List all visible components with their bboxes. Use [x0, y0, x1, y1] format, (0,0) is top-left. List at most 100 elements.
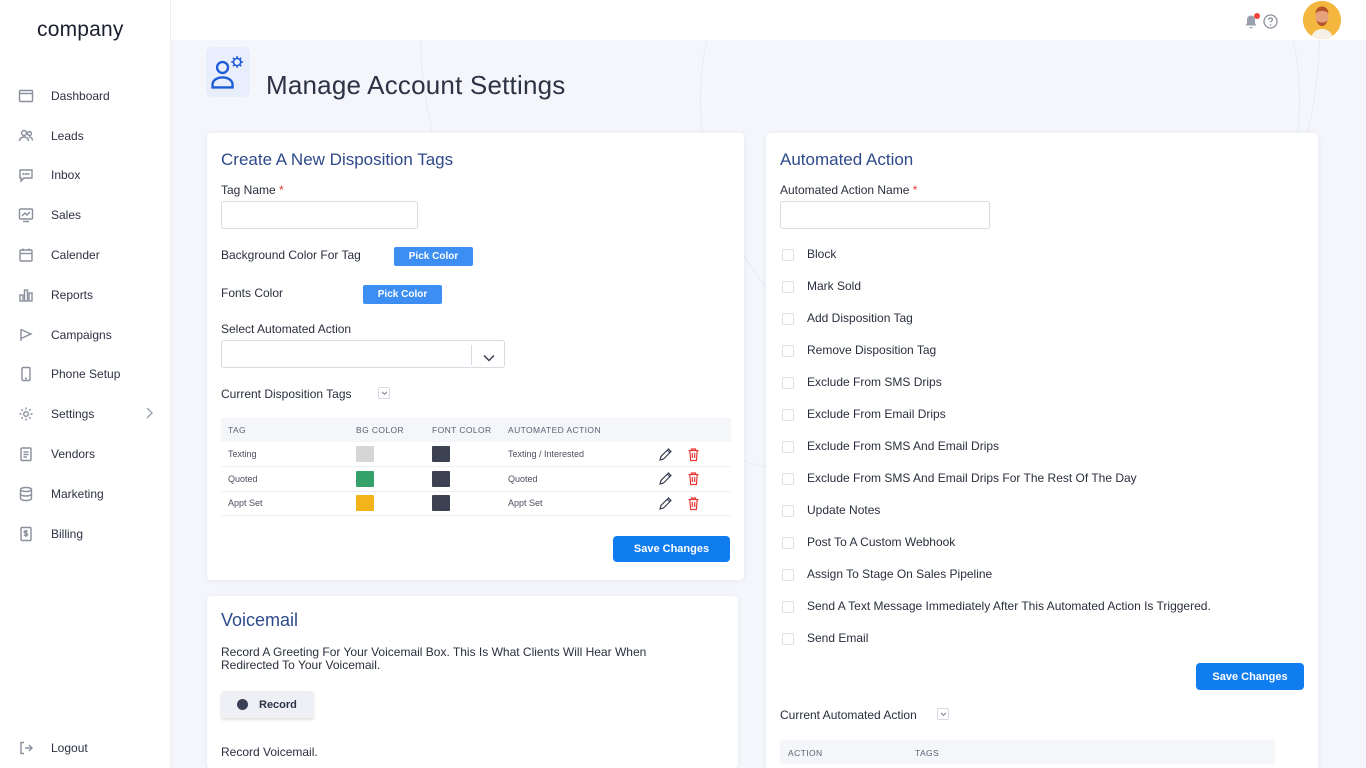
tag-cell: Texting [221, 442, 349, 467]
collapse-toggle-icon[interactable] [937, 708, 949, 720]
edit-icon[interactable] [658, 447, 673, 462]
checkbox-send-email[interactable] [782, 633, 794, 645]
topbar [171, 0, 1366, 40]
automated-action-title: Automated Action [780, 150, 914, 169]
sidebar-item-label: Dashboard [51, 88, 110, 103]
checkbox-assign-stage[interactable] [782, 569, 794, 581]
record-button[interactable]: Record [221, 691, 314, 718]
disposition-tags-table: TAG BG COLOR FONT COLOR AUTOMATED ACTION… [221, 418, 731, 516]
select-automated-action-label: Select Automated Action [221, 322, 352, 336]
option-label: Assign To Stage On Sales Pipeline [807, 567, 993, 581]
chevron-down-icon [483, 350, 495, 362]
automated-action-name-label: Automated Action Name * [780, 183, 918, 197]
option-label: Update Notes [807, 503, 881, 517]
sidebar: company Dashboard Leads Inbox Sales Cale… [0, 0, 171, 768]
bg-color-label: Background Color For Tag [221, 248, 361, 262]
checkbox-send-text[interactable] [782, 601, 794, 613]
checkbox-mark-sold[interactable] [782, 281, 794, 293]
sidebar-item-reports[interactable]: Reports [0, 275, 171, 315]
font-color-cell [425, 466, 501, 492]
option-label: Exclude From SMS And Email Drips [807, 439, 1000, 453]
font-color-swatch [432, 470, 450, 487]
checkbox-remove-disposition-tag[interactable] [782, 345, 794, 357]
delete-icon[interactable] [686, 447, 701, 462]
user-avatar[interactable] [1303, 1, 1341, 39]
bg-color-swatch [356, 446, 374, 462]
sidebar-item-calender[interactable]: Calender [0, 235, 171, 275]
font-color-cell [425, 491, 501, 516]
gear-icon [18, 406, 34, 422]
sidebar-item-campaigns[interactable]: Campaigns [0, 315, 171, 355]
checkbox-exclude-sms-email-drips[interactable] [782, 441, 794, 453]
checkbox-exclude-email-drips[interactable] [782, 409, 794, 421]
sidebar-item-inbox[interactable]: Inbox [0, 156, 171, 196]
checkbox-custom-webhook[interactable] [782, 537, 794, 549]
edit-icon[interactable] [658, 496, 673, 511]
sidebar-item-phone-setup[interactable]: Phone Setup [0, 355, 171, 395]
column-header-action: ACTION [788, 748, 823, 758]
logout-area: Logout [0, 728, 171, 768]
select-divider [471, 345, 472, 365]
checkbox-exclude-rest-of-day[interactable] [782, 473, 794, 485]
sidebar-item-vendors[interactable]: Vendors [0, 434, 171, 474]
automated-action-name-input[interactable] [780, 201, 990, 229]
sidebar-item-sales[interactable]: Sales [0, 195, 171, 235]
sidebar-item-label: Billing [51, 526, 84, 541]
save-disposition-button[interactable]: Save Changes [613, 536, 730, 562]
voicemail-title: Voicemail [221, 610, 299, 630]
tag-name-input[interactable] [221, 201, 418, 229]
sidebar-item-settings[interactable]: Settings [0, 394, 171, 434]
record-label: Record [259, 698, 297, 711]
sidebar-item-label: Settings [51, 407, 95, 422]
pick-font-color-button[interactable]: Pick Color [363, 285, 442, 304]
notification-bell-icon[interactable] [1244, 13, 1260, 30]
automated-action-cell: Appt Set [501, 491, 651, 516]
edit-icon[interactable] [658, 471, 673, 486]
checkbox-update-notes[interactable] [782, 505, 794, 517]
sidebar-item-label: Campaigns [51, 327, 112, 342]
tag-name-label: Tag Name * [221, 183, 284, 197]
checkbox-add-disposition-tag[interactable] [782, 313, 794, 325]
delete-icon[interactable] [686, 471, 701, 486]
save-automated-action-button[interactable]: Save Changes [1196, 663, 1304, 690]
logout-button[interactable]: Logout [0, 728, 171, 768]
sidebar-item-marketing[interactable]: Marketing [0, 474, 171, 514]
notification-dot [1254, 13, 1260, 19]
automated-action-table-header: ACTION TAGS [780, 740, 1275, 764]
checkbox-exclude-sms-drips[interactable] [782, 377, 794, 389]
sidebar-item-billing[interactable]: Billing [0, 514, 171, 554]
account-settings-icon [206, 47, 250, 97]
column-header-automated-action: AUTOMATED ACTION [501, 418, 651, 442]
row-actions [651, 442, 731, 467]
calendar-icon [18, 247, 34, 263]
company-logo[interactable]: company [37, 18, 124, 42]
option-label: Exclude From SMS And Email Drips For The… [807, 471, 1137, 485]
record-voicemail-label: Record Voicemail. [221, 745, 318, 759]
sidebar-nav: Dashboard Leads Inbox Sales Calender Rep… [0, 76, 171, 554]
checkbox-block[interactable] [782, 249, 794, 261]
pick-bg-color-button[interactable]: Pick Color [394, 247, 473, 266]
sidebar-item-leads[interactable]: Leads [0, 116, 171, 156]
sidebar-item-label: Vendors [51, 447, 96, 462]
bg-color-cell [349, 466, 425, 492]
column-header-bg-color: BG COLOR [349, 418, 425, 442]
automated-action-select[interactable] [221, 340, 505, 368]
row-actions [651, 491, 731, 516]
page-title: Manage Account Settings [266, 70, 566, 100]
dashboard-icon [18, 88, 34, 104]
sidebar-item-dashboard[interactable]: Dashboard [0, 76, 171, 116]
font-color-swatch [432, 495, 450, 512]
column-header-actions [651, 418, 731, 442]
delete-icon[interactable] [686, 496, 701, 511]
phone-icon [18, 366, 34, 382]
sidebar-item-label: Inbox [51, 168, 81, 183]
option-label: Send Email [807, 631, 869, 645]
column-header-font-color: FONT COLOR [425, 418, 501, 442]
database-icon [18, 486, 34, 502]
help-icon[interactable] [1263, 14, 1278, 29]
font-color-label: Fonts Color [221, 286, 284, 300]
option-label: Add Disposition Tag [807, 311, 913, 325]
bar-chart-icon [18, 287, 34, 303]
collapse-toggle-icon[interactable] [378, 387, 390, 399]
record-dot-icon [237, 699, 248, 710]
